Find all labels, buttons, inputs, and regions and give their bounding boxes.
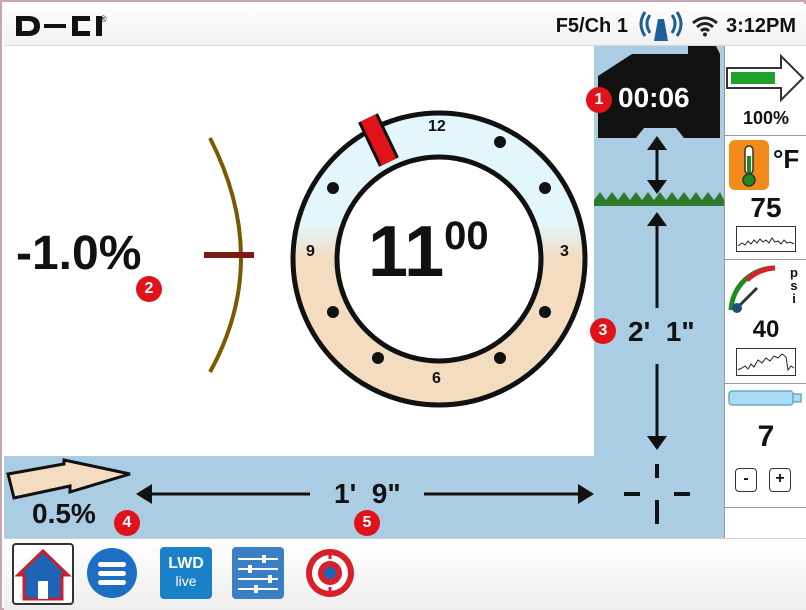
status-area: F5/Ch 1 3:12PM [555, 11, 796, 41]
lwd-live-icon: LWD live [160, 547, 212, 599]
registered-mark: ® [100, 14, 107, 24]
settings-button[interactable] [232, 547, 284, 599]
rod-count: 7 [757, 420, 775, 453]
locate-screen[interactable]: 12 3 6 9 1100 -1.0% 00:06 2' 1" 1' 9" 0.… [4, 46, 724, 538]
lwd-live-button[interactable]: LWD live [160, 547, 212, 599]
update-timer: 00:06 [618, 82, 690, 113]
thermometer-icon [729, 140, 769, 190]
roll-label-6: 6 [432, 370, 441, 387]
channel-label: F5/Ch 1 [555, 14, 628, 37]
menu-button[interactable] [86, 547, 138, 599]
roll-hour: 11 [368, 212, 445, 292]
callout-1: 1 [586, 87, 612, 113]
roll-label-12: 12 [428, 118, 446, 135]
status-bar: ® F5/Ch 1 3:12PM [4, 4, 806, 46]
target-button[interactable] [304, 547, 356, 599]
battery-icon [726, 53, 805, 103]
target-icon [306, 549, 354, 597]
pressure-unit-i: i [792, 291, 796, 306]
bottom-nav: LWD live [4, 538, 806, 610]
increment-button[interactable]: + [769, 468, 791, 492]
pressure-unit: p s i [787, 266, 801, 305]
depth-value: 2' 1" [628, 316, 695, 347]
battery-percent: 100% [742, 108, 790, 128]
ground-line [594, 200, 724, 206]
settings-sliders-icon [232, 547, 284, 599]
callout-5: 5 [354, 510, 380, 536]
pressure-value: 40 [752, 316, 780, 343]
roll-minutes: 00 [444, 214, 489, 258]
roll-readout: 1100 [368, 216, 489, 296]
app-frame: ® F5/Ch 1 3:12PM 12 3 6 9 1100 -1.0% 00:… [0, 0, 806, 610]
home-button[interactable] [12, 543, 74, 605]
roll-label-3: 3 [560, 243, 569, 260]
battery-fill [731, 72, 775, 84]
callout-3: 3 [590, 318, 616, 344]
home-icon [14, 548, 72, 601]
decrement-button[interactable]: - [735, 468, 757, 492]
temperature-value: 75 [750, 192, 782, 223]
temperature-unit: °F [773, 144, 800, 174]
pitch-value: -1.0% [16, 227, 142, 280]
pressure-gauge-icon [728, 265, 776, 313]
roll-label-9: 9 [306, 243, 315, 260]
clock-time: 3:12PM [725, 14, 796, 37]
pressure-trend-graph [736, 348, 796, 376]
drill-rod-icon [728, 390, 802, 406]
pressure-section[interactable]: p s i 40 [725, 260, 806, 384]
rod-section: 7 - + [725, 384, 806, 508]
temperature-trend-graph [736, 226, 796, 252]
battery-section: 100% [725, 46, 806, 136]
pitch-indicator [204, 252, 254, 258]
menu-icon [87, 548, 137, 598]
callout-2: 2 [136, 276, 162, 302]
locate-graphics [4, 46, 724, 538]
lwd-icon-top-text: LWD [168, 555, 204, 572]
temperature-section[interactable]: °F 75 [725, 136, 806, 260]
wifi-icon [692, 16, 718, 37]
side-panel: 100% °F 75 p s i 40 7 - + [724, 46, 806, 538]
antenna-icon [639, 11, 683, 41]
callout-4: 4 [114, 510, 140, 536]
locator-pitch-value: 0.5% [32, 498, 96, 529]
horizontal-distance-value: 1' 9" [334, 478, 401, 509]
lwd-icon-bottom-text: live [175, 573, 197, 589]
dci-logo [16, 16, 102, 36]
